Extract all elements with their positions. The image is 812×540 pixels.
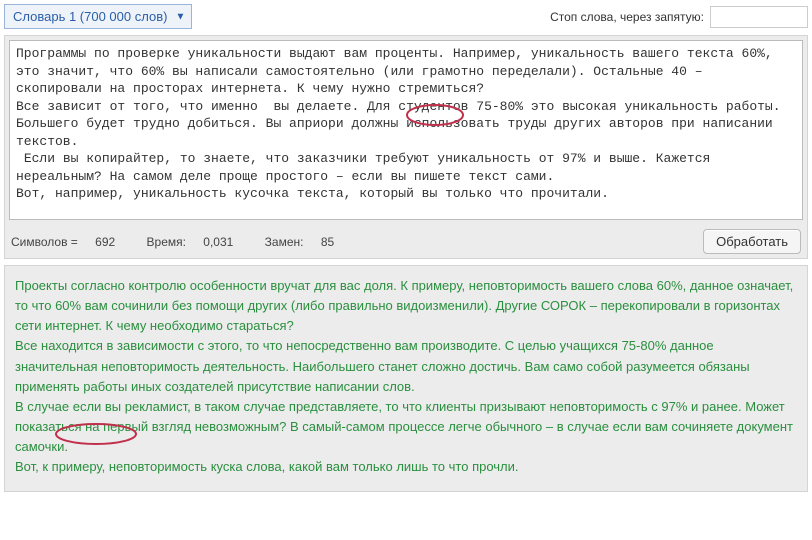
stats-bar: Символов = 692 Время: 0,031 Замен: 85: [11, 235, 362, 249]
dictionary-select-label: Словарь 1 (700 000 слов): [13, 9, 167, 24]
stat-time: Время: 0,031: [147, 235, 248, 249]
result-text: Проекты согласно контролю особенности вр…: [5, 266, 807, 491]
source-text-input[interactable]: [9, 40, 803, 220]
stat-replacements: Замен: 85: [265, 235, 349, 249]
stopwords-label: Стоп слова, через запятую:: [550, 10, 704, 24]
dictionary-select[interactable]: Словарь 1 (700 000 слов) ▼: [4, 4, 192, 29]
stopwords-input[interactable]: [710, 6, 808, 28]
process-button[interactable]: Обработать: [703, 229, 801, 254]
chevron-down-icon: ▼: [176, 11, 186, 22]
stat-symbols: Символов = 692: [11, 235, 129, 249]
